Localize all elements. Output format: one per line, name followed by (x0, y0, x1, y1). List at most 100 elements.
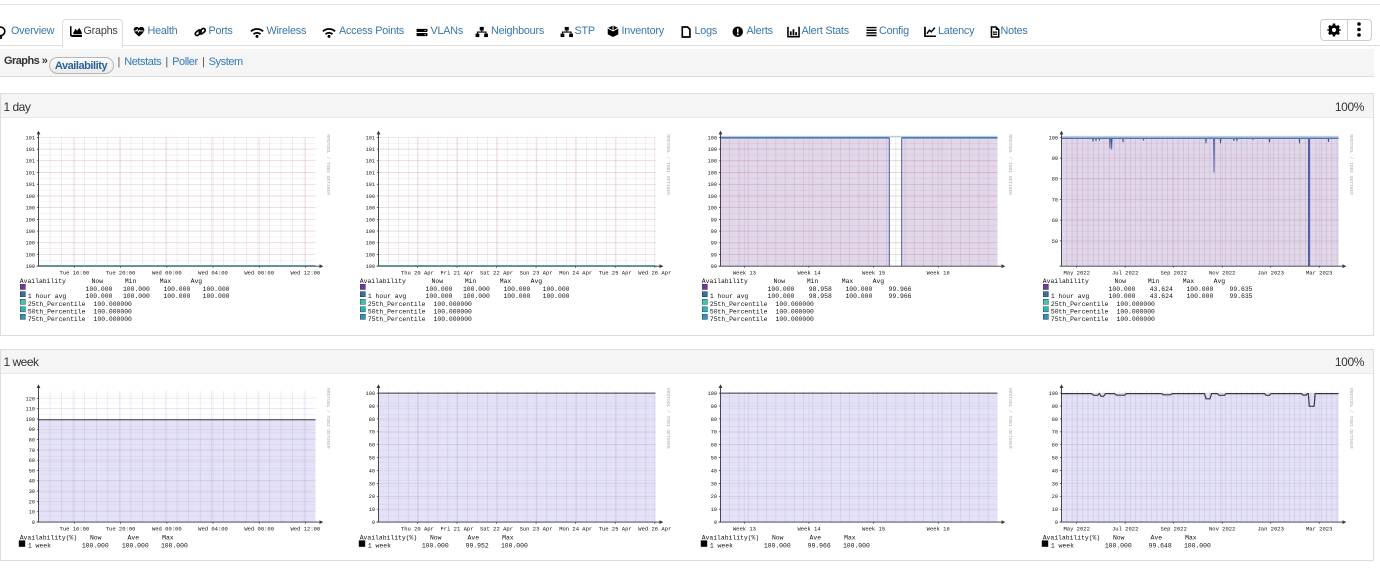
svg-text:Sep 2022: Sep 2022 (1160, 525, 1186, 532)
svg-text:Max: Max (502, 535, 514, 542)
svg-text:100: 100 (26, 252, 35, 258)
svg-text:100: 100 (1048, 135, 1057, 141)
svg-text:Mon 24 Apr: Mon 24 Apr (559, 270, 592, 277)
svg-text:25th_Percentile: 25th_Percentile (368, 301, 426, 308)
svg-text:100.000: 100.000 (163, 293, 190, 300)
svg-text:Max: Max (500, 278, 512, 285)
svg-text:Nov 2022: Nov 2022 (1208, 270, 1234, 277)
svg-text:101: 101 (26, 182, 35, 188)
svg-text:Fri 21 Apr: Fri 21 Apr (440, 525, 473, 532)
svg-text:100: 100 (708, 135, 717, 141)
svg-text:98.958: 98.958 (809, 293, 832, 300)
svg-text:100.000: 100.000 (86, 286, 113, 293)
svg-text:50th_Percentile: 50th_Percentile (368, 308, 426, 315)
svg-text:100.000: 100.000 (843, 543, 870, 550)
svg-text:10: 10 (711, 507, 717, 513)
svg-text:100.000: 100.000 (768, 293, 795, 300)
svg-text:40: 40 (29, 479, 35, 485)
svg-text:100.000000: 100.000000 (434, 316, 473, 323)
svg-text:Ave: Ave (1150, 535, 1162, 542)
svg-text:99.648: 99.648 (1148, 543, 1171, 550)
svg-text:50th_Percentile: 50th_Percentile (710, 308, 768, 315)
svg-text:10: 10 (1051, 507, 1057, 513)
svg-text:100.000: 100.000 (123, 286, 150, 293)
svg-text:101: 101 (366, 182, 375, 188)
svg-text:100: 100 (366, 391, 375, 397)
svg-text:100: 100 (26, 229, 35, 235)
svg-text:100: 100 (26, 217, 35, 223)
svg-text:Jul 2022: Jul 2022 (1111, 270, 1137, 277)
svg-text:Now: Now (92, 278, 104, 285)
svg-text:0: 0 (372, 520, 375, 526)
svg-text:100.000: 100.000 (845, 293, 872, 300)
svg-text:20: 20 (711, 494, 717, 500)
svg-text:100: 100 (708, 194, 717, 200)
svg-text:Mar 2023: Mar 2023 (1305, 525, 1331, 532)
svg-text:100: 100 (708, 391, 717, 397)
svg-text:RRDTOOL / TOBI OETIKER: RRDTOOL / TOBI OETIKER (325, 388, 331, 449)
svg-text:43.624: 43.624 (1149, 293, 1172, 300)
svg-text:100: 100 (26, 264, 35, 270)
svg-text:Avg: Avg (1213, 278, 1225, 285)
svg-text:100.000: 100.000 (1104, 543, 1131, 550)
svg-text:100: 100 (366, 241, 375, 247)
svg-text:100.000: 100.000 (122, 543, 149, 550)
svg-text:100.000: 100.000 (163, 286, 190, 293)
svg-text:101: 101 (366, 159, 375, 165)
svg-text:Jan 2023: Jan 2023 (1257, 270, 1283, 277)
svg-text:20: 20 (1051, 494, 1057, 500)
svg-text:May 2022: May 2022 (1063, 270, 1089, 277)
svg-text:100: 100 (26, 194, 35, 200)
svg-text:100.000000: 100.000000 (94, 308, 133, 315)
svg-text:100.000: 100.000 (1183, 543, 1210, 550)
svg-text:Now: Now (1114, 278, 1126, 285)
svg-text:0: 0 (714, 520, 717, 526)
svg-text:Sun 23 Apr: Sun 23 Apr (520, 270, 553, 277)
svg-text:Jan 2023: Jan 2023 (1257, 525, 1283, 532)
svg-text:10: 10 (29, 510, 35, 516)
svg-text:70: 70 (369, 430, 375, 436)
svg-text:Availability: Availability (702, 278, 748, 285)
svg-text:Now: Now (90, 535, 102, 542)
svg-text:110: 110 (26, 407, 35, 413)
svg-text:RRDTOOL / TOBI OETIKER: RRDTOOL / TOBI OETIKER (665, 134, 671, 195)
svg-text:99.966: 99.966 (888, 286, 911, 293)
svg-text:100.000000: 100.000000 (776, 316, 815, 323)
svg-text:Max: Max (162, 535, 174, 542)
svg-text:0: 0 (32, 520, 35, 526)
svg-text:90: 90 (1051, 404, 1057, 410)
svg-text:100: 100 (708, 147, 717, 153)
svg-text:Jul 2022: Jul 2022 (1111, 525, 1137, 532)
svg-text:Tue 20:00: Tue 20:00 (106, 525, 136, 532)
svg-text:100.000000: 100.000000 (1116, 316, 1155, 323)
svg-text:Availability(%): Availability(%) (702, 535, 760, 542)
svg-text:Now: Now (430, 535, 442, 542)
svg-text:99.635: 99.635 (1229, 286, 1252, 293)
svg-text:25th_Percentile: 25th_Percentile (28, 301, 86, 308)
svg-text:1 hour avg: 1 hour avg (368, 293, 407, 300)
svg-text:40: 40 (1051, 468, 1057, 474)
svg-text:100.000000: 100.000000 (434, 301, 473, 308)
svg-text:10: 10 (369, 507, 375, 513)
svg-text:Min: Min (125, 278, 137, 285)
svg-text:99.952: 99.952 (466, 543, 489, 550)
svg-text:Avg: Avg (191, 278, 203, 285)
svg-text:100: 100 (366, 206, 375, 212)
svg-text:30: 30 (711, 481, 717, 487)
svg-text:75th_Percentile: 75th_Percentile (710, 316, 768, 323)
svg-text:Max: Max (1182, 278, 1194, 285)
svg-text:100.000: 100.000 (123, 293, 150, 300)
svg-text:100: 100 (366, 217, 375, 223)
svg-text:Max: Max (1185, 535, 1197, 542)
svg-text:RRDTOOL / TOBI OETIKER: RRDTOOL / TOBI OETIKER (1007, 388, 1013, 449)
svg-text:70: 70 (1051, 430, 1057, 436)
svg-text:1 week: 1 week (1050, 543, 1073, 550)
svg-text:100: 100 (708, 206, 717, 212)
svg-text:Wed 04:00: Wed 04:00 (198, 525, 228, 532)
svg-text:40: 40 (711, 468, 717, 474)
svg-text:Ave: Ave (810, 535, 822, 542)
svg-text:60: 60 (1051, 218, 1057, 224)
svg-text:98.958: 98.958 (809, 286, 832, 293)
svg-text:Thu 20 Apr: Thu 20 Apr (401, 525, 434, 532)
svg-text:99.635: 99.635 (1229, 293, 1252, 300)
